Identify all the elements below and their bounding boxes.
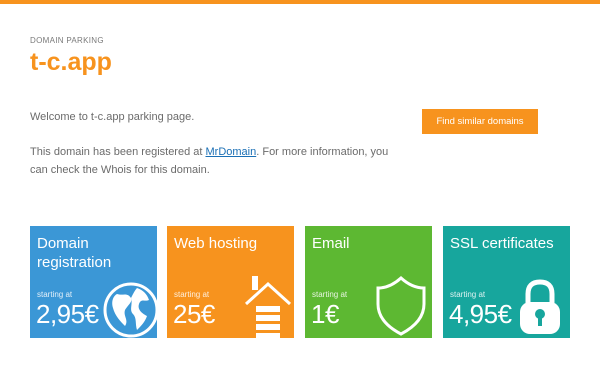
tile-web-hosting[interactable]: Web hosting starting at 25€ <box>167 226 294 338</box>
welcome-text: Welcome to t-c.app parking page. <box>30 111 195 123</box>
tile-domain-registration[interactable]: Domain registration starting at 2,95€ <box>30 226 157 338</box>
tile-title: Domain registration <box>37 235 112 271</box>
find-similar-domains-button[interactable]: Find similar domains <box>422 109 538 134</box>
page-title: t-c.app <box>30 48 112 76</box>
tile-email[interactable]: Email starting at 1€ <box>305 226 432 338</box>
top-accent-bar <box>0 0 600 4</box>
tile-price: 4,95€ <box>449 299 512 329</box>
tile-price: 2,95€ <box>36 299 99 329</box>
shield-icon <box>376 275 426 336</box>
section-label: DOMAIN PARKING <box>30 36 104 45</box>
tile-title: Web hosting <box>174 235 258 252</box>
tile-ssl-certificates[interactable]: SSL certificates starting at 4,95€ <box>443 226 570 338</box>
padlock-icon <box>520 279 560 334</box>
registrar-link[interactable]: MrDomain <box>206 146 257 158</box>
tile-price: 25€ <box>173 299 215 329</box>
globe-icon <box>103 282 157 338</box>
tile-title: SSL certificates <box>450 235 554 252</box>
tile-title: Email <box>312 235 350 252</box>
server-house-icon <box>244 276 292 338</box>
registration-info: This domain has been registered at MrDom… <box>30 143 405 179</box>
tile-price: 1€ <box>311 299 339 329</box>
registration-info-prefix: This domain has been registered at <box>30 146 206 158</box>
